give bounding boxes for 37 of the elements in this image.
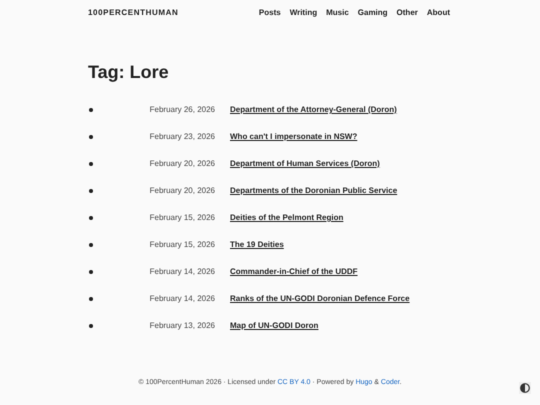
nav-link[interactable]: Other <box>396 8 418 16</box>
post-date: February 14, 2026 <box>148 267 215 276</box>
nav-link[interactable]: Writing <box>290 8 318 16</box>
post-link[interactable]: Departments of the Doronian Public Service <box>230 186 398 195</box>
post-date: February 26, 2026 <box>148 105 215 114</box>
nav-link[interactable]: Gaming <box>358 8 388 16</box>
post-link[interactable]: Commander-in-Chief of the UDDF <box>230 267 358 276</box>
nav-link[interactable]: About <box>426 8 450 16</box>
bullet-icon <box>89 108 93 112</box>
post-date: February 15, 2026 <box>148 240 215 249</box>
post-date: February 23, 2026 <box>148 132 215 141</box>
page-heading: Tag: Lore <box>88 62 170 83</box>
post-link[interactable]: Ranks of the UN-GODI Doronian Defence Force <box>230 294 410 303</box>
bullet-icon <box>89 134 93 138</box>
post-date: February 15, 2026 <box>148 213 215 222</box>
bullet-icon <box>89 296 93 300</box>
contrast-icon <box>520 383 530 393</box>
post-date: February 20, 2026 <box>148 159 215 168</box>
post-link[interactable]: Who can't I impersonate in NSW? <box>230 132 358 141</box>
bullet-icon <box>89 162 93 166</box>
nav-link[interactable]: Posts <box>258 8 281 16</box>
post-date: February 20, 2026 <box>148 186 215 195</box>
post-link[interactable]: Deities of the Pelmont Region <box>230 213 344 222</box>
post-link[interactable]: Map of UN-GODI Doron <box>230 321 318 330</box>
bullet-icon <box>89 242 93 246</box>
theme-toggle-button[interactable] <box>519 382 531 394</box>
post-link[interactable]: The 19 Deities <box>230 240 284 249</box>
bullet-icon <box>89 324 93 328</box>
post-link[interactable]: Department of the Attorney-General (Doron) <box>230 105 397 114</box>
nav-link[interactable]: Music <box>326 8 349 16</box>
post-link[interactable]: Department of Human Services (Doron) <box>230 159 380 168</box>
bullet-icon <box>89 216 93 220</box>
site-title[interactable]: 100PERCENTHUMAN <box>88 8 178 16</box>
post-date: February 14, 2026 <box>148 294 215 303</box>
bullet-icon <box>89 270 93 274</box>
post-date: February 13, 2026 <box>148 321 215 330</box>
bullet-icon <box>89 188 93 192</box>
